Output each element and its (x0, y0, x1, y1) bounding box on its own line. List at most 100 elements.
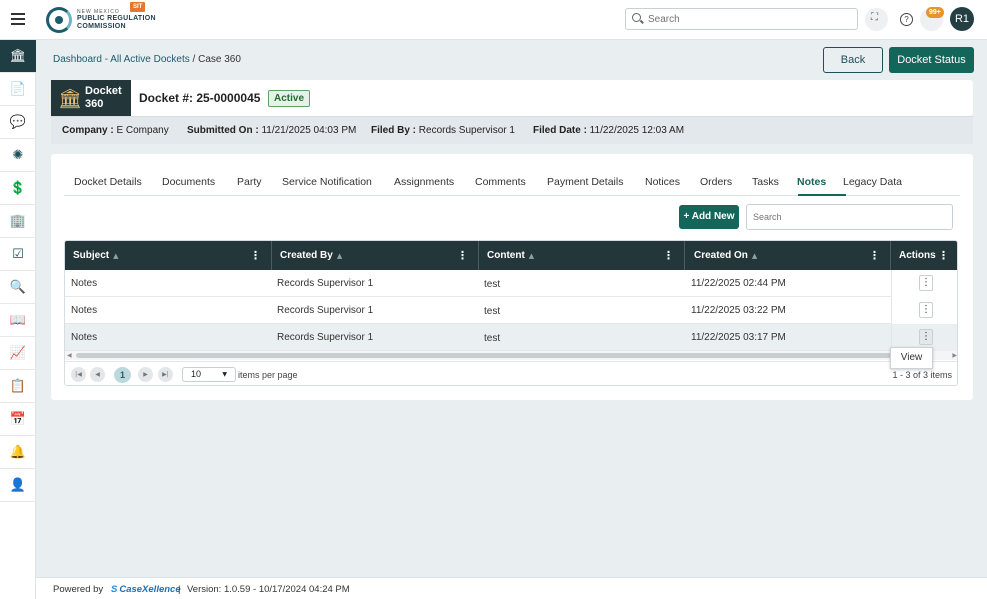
table-row[interactable]: Notes Records Supervisor 1 test 11/22/20… (65, 297, 957, 324)
column-menu-icon[interactable]: ⋮ (250, 241, 261, 270)
global-search-input[interactable] (648, 12, 848, 26)
cell-created-on: 11/22/2025 03:22 PM (691, 305, 786, 316)
page-size-select[interactable]: 10 ▼ (182, 367, 236, 382)
sort-arrow-icon: ▲ (113, 252, 119, 260)
sidebar-item-tasks[interactable]: ☑ (0, 238, 36, 271)
tab-docket-details[interactable]: Docket Details (74, 176, 142, 188)
logo-text-bottom: COMMISSION (77, 23, 126, 30)
horizontal-scrollbar[interactable]: ◀ ▶ (65, 351, 957, 360)
hamburger-menu-icon[interactable] (11, 13, 25, 25)
calendar-icon: 📅 (9, 411, 27, 427)
sidebar-item-profile[interactable]: 👤 (0, 469, 36, 502)
column-menu-icon[interactable]: ⋮ (938, 241, 949, 270)
tab-documents[interactable]: Documents (162, 176, 215, 188)
docket-tag: 🏛 Docket 360 (51, 80, 131, 116)
logo[interactable]: NEW MEXICO PUBLIC REGULATION COMMISSION … (46, 2, 156, 36)
avatar[interactable]: R1 (950, 7, 974, 31)
sidebar-item-reports[interactable]: 📈 (0, 337, 36, 370)
tab-payment-details[interactable]: Payment Details (547, 176, 623, 188)
cell-created-on: 11/22/2025 03:17 PM (691, 332, 786, 343)
row-actions-kebab-icon[interactable]: ⋮ (919, 302, 933, 318)
logo-text-mid: PUBLIC REGULATION (77, 15, 156, 22)
fullscreen-icon[interactable] (865, 8, 888, 31)
column-menu-icon[interactable]: ⋮ (663, 241, 674, 270)
sidebar-item-library[interactable]: 📖 (0, 304, 36, 337)
sidebar-item-dockets[interactable]: 🏛 (0, 40, 36, 73)
company-meta: Company : E Company (62, 125, 169, 136)
tab-orders[interactable]: Orders (700, 176, 732, 188)
help-icon[interactable] (894, 8, 917, 31)
row-actions-kebab-icon[interactable]: ⋮ (919, 329, 933, 345)
filed-date-value: 11/22/2025 12:03 AM (586, 125, 685, 136)
global-search (625, 8, 858, 30)
table-row[interactable]: Notes Records Supervisor 1 test 11/22/20… (65, 270, 957, 297)
sidebar-item-payments[interactable]: 💲 (0, 172, 36, 205)
version-text: Version: 1.0.59 - 10/17/2024 04:24 PM (187, 584, 350, 595)
docket-tag-line2: 360 (85, 98, 104, 110)
sidebar-item-schedule[interactable]: 📋 (0, 370, 36, 403)
tab-comments[interactable]: Comments (475, 176, 526, 188)
top-bar: NEW MEXICO PUBLIC REGULATION COMMISSION … (0, 0, 987, 40)
column-label: Content (487, 250, 525, 261)
bell-icon: 🔔 (9, 444, 27, 460)
row-actions-kebab-icon[interactable]: ⋮ (919, 275, 933, 291)
cell-created-by: Records Supervisor 1 (277, 332, 374, 343)
docket-status-button[interactable]: Docket Status (889, 47, 974, 73)
column-header-created-on[interactable]: Created On ▲ ⋮ (685, 241, 891, 270)
add-new-button[interactable]: + Add New (679, 205, 739, 229)
pager: |◀ ◀ 1 ▶ ▶| 10 ▼ items per page 1 - 3 of … (65, 361, 957, 385)
row-action-menu-view[interactable]: View (890, 347, 933, 369)
tab-legacy-data[interactable]: Legacy Data (843, 176, 902, 188)
cell-subject: Notes (71, 278, 98, 289)
docket-tag-line1: Docket (85, 85, 122, 97)
tab-assignments[interactable]: Assignments (394, 176, 454, 188)
column-menu-icon[interactable]: ⋮ (457, 241, 468, 270)
breadcrumb-all-active-dockets[interactable]: All Active Dockets (110, 54, 189, 65)
sidebar-item-processing[interactable]: ✺ (0, 139, 36, 172)
sidebar-item-search-records[interactable]: 🔍 (0, 271, 36, 304)
sidebar-item-documents[interactable]: 📄 (0, 73, 36, 106)
last-page-icon[interactable]: ▶| (158, 367, 173, 382)
notes-search-input[interactable] (746, 204, 953, 230)
scrollbar-thumb[interactable] (76, 353, 891, 358)
first-page-icon[interactable]: |◀ (71, 367, 86, 382)
submitted-label: Submitted On : (187, 125, 259, 136)
column-menu-icon[interactable]: ⋮ (869, 241, 880, 270)
scroll-right-icon[interactable]: ▶ (952, 352, 957, 359)
sidebar-item-companies[interactable]: 🏢 (0, 205, 36, 238)
processing-icon: ✺ (12, 147, 24, 163)
column-label: Created On (694, 250, 748, 261)
column-header-actions[interactable]: Actions ⋮ (891, 241, 957, 270)
bank-icon: 🏛 (58, 88, 83, 110)
footer-separator: | (178, 584, 181, 595)
sidebar-item-comments[interactable]: 💬 (0, 106, 36, 139)
cell-created-on: 11/22/2025 02:44 PM (691, 278, 786, 289)
tab-party[interactable]: Party (237, 176, 262, 188)
footer: Powered by CaseXellence | Version: 1.0.5… (36, 577, 987, 599)
tab-service-notification[interactable]: Service Notification (282, 176, 372, 188)
scroll-left-icon[interactable]: ◀ (67, 352, 72, 359)
column-header-subject[interactable]: Subject ▲ ⋮ (65, 241, 272, 270)
page-number-current[interactable]: 1 (114, 367, 131, 383)
chevron-down-icon: ▼ (222, 371, 227, 378)
clipboard-clock-icon: 📋 (9, 378, 27, 394)
tab-notices[interactable]: Notices (645, 176, 680, 188)
column-header-content[interactable]: Content ▲ ⋮ (479, 241, 685, 270)
table-row[interactable]: Notes Records Supervisor 1 test 11/22/20… (65, 324, 957, 351)
next-page-icon[interactable]: ▶ (138, 367, 153, 382)
prev-page-icon[interactable]: ◀ (90, 367, 105, 382)
bank-icon: 🏛 (9, 48, 27, 64)
sidebar: 🏛 📄 💬 ✺ 💲 🏢 ☑ 🔍 📖 📈 📋 📅 🔔 👤 (0, 40, 36, 599)
filed-by-label: Filed By : (371, 125, 417, 136)
breadcrumb-dashboard[interactable]: Dashboard (53, 54, 102, 65)
column-header-created-by[interactable]: Created By ▲ ⋮ (272, 241, 479, 270)
items-per-page-label: items per page (238, 370, 298, 380)
sort-arrow-icon: ▲ (336, 252, 343, 260)
tab-notes[interactable]: Notes (797, 176, 826, 188)
tab-tasks[interactable]: Tasks (752, 176, 779, 188)
sidebar-item-calendar[interactable]: 📅 (0, 403, 36, 436)
sidebar-item-alerts[interactable]: 🔔 (0, 436, 36, 469)
column-label: Created By (280, 250, 333, 261)
back-button[interactable]: Back (823, 47, 883, 73)
notes-card: Docket Details Documents Party Service N… (51, 154, 973, 400)
